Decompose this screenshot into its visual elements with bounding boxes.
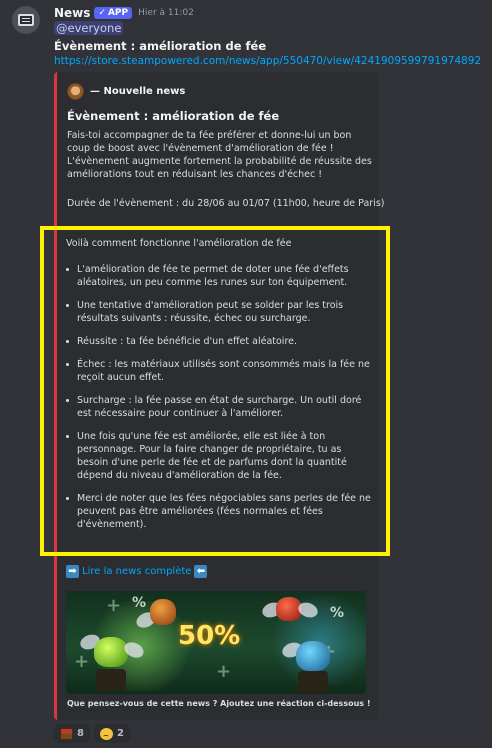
plus-icon: + bbox=[216, 661, 232, 682]
plus-icon: + bbox=[74, 651, 90, 672]
fairy-blue bbox=[296, 641, 330, 671]
list-item: Échec : les matériaux utilisés sont cons… bbox=[66, 358, 371, 384]
message: News ✓ APP Hier à 11:02 @everyone Évènem… bbox=[0, 0, 492, 748]
message-timestamp[interactable]: Hier à 11:02 bbox=[138, 8, 194, 18]
list-item: L'amélioration de fée te permet de doter… bbox=[66, 263, 371, 289]
event-duration: Durée de l'évènement : du 28/06 au 01/07… bbox=[67, 198, 385, 209]
how-it-works-intro: Voilà comment fonctionne l'amélioration … bbox=[66, 238, 292, 249]
app-badge-label: APP bbox=[107, 8, 129, 18]
banner-percent: 50% bbox=[178, 621, 241, 651]
read-full-news-link[interactable]: ➡ Lire la news complète ⬅ bbox=[66, 565, 208, 578]
list-item: Merci de noter que les fées négociables … bbox=[66, 492, 371, 531]
reaction-count: 2 bbox=[116, 728, 124, 739]
embed-description: Fais-toi accompagner de ta fée préférer … bbox=[67, 130, 372, 180]
embed-author: — Nouvelle news bbox=[67, 83, 185, 100]
banner-percent-small: % bbox=[132, 595, 147, 611]
reaction-count: 8 bbox=[77, 728, 84, 739]
verified-check-icon: ✓ bbox=[98, 8, 106, 18]
how-it-works-list: L'amélioration de fée te permet de doter… bbox=[66, 263, 371, 531]
app-badge: ✓ APP bbox=[94, 7, 133, 19]
list-item: Surcharge : la fée passe en état de surc… bbox=[66, 394, 371, 420]
fairy-pedestal bbox=[298, 671, 328, 693]
fairy-orange bbox=[150, 599, 176, 625]
read-more-label: Lire la news complète bbox=[82, 566, 192, 577]
author-name[interactable]: News bbox=[54, 6, 90, 20]
steam-news-link[interactable]: https://store.steampowered.com/news/app/… bbox=[54, 55, 481, 67]
list-item: Réussite : ta fée bénéficie d'un effet a… bbox=[66, 335, 371, 348]
reaction-button[interactable]: 2 bbox=[93, 724, 130, 743]
embed-title: Évènement : amélioration de fée bbox=[67, 109, 280, 123]
sad-face-icon bbox=[99, 727, 113, 740]
fairy-pedestal bbox=[96, 669, 126, 691]
reactions-bar: 8 2 bbox=[54, 724, 130, 743]
everyone-mention[interactable]: @everyone bbox=[54, 21, 124, 35]
embed-author-icon bbox=[67, 83, 84, 100]
plus-icon: + bbox=[106, 595, 122, 616]
fairy-green bbox=[94, 637, 128, 667]
arrow-right-icon: ➡ bbox=[66, 565, 79, 578]
embed-author-name: — Nouvelle news bbox=[90, 86, 186, 97]
reaction-button[interactable]: 8 bbox=[54, 724, 90, 743]
message-title: Évènement : amélioration de fée bbox=[54, 39, 267, 53]
list-item: Une tentative d'amélioration peut se sol… bbox=[66, 299, 371, 325]
newspaper-icon bbox=[18, 14, 34, 26]
bot-avatar[interactable] bbox=[12, 6, 40, 34]
arrow-left-icon: ⬅ bbox=[194, 565, 208, 578]
event-banner-image[interactable]: + + + + % % 50% bbox=[66, 591, 366, 694]
message-header: News ✓ APP Hier à 11:02 bbox=[54, 5, 194, 21]
treasure-chest-icon bbox=[60, 727, 73, 740]
banner-percent-small: % bbox=[330, 605, 345, 621]
list-item: Une fois qu'une fée est améliorée, elle … bbox=[66, 430, 371, 482]
embed-footer: Que pensez-vous de cette news ? Ajoutez … bbox=[67, 699, 371, 708]
